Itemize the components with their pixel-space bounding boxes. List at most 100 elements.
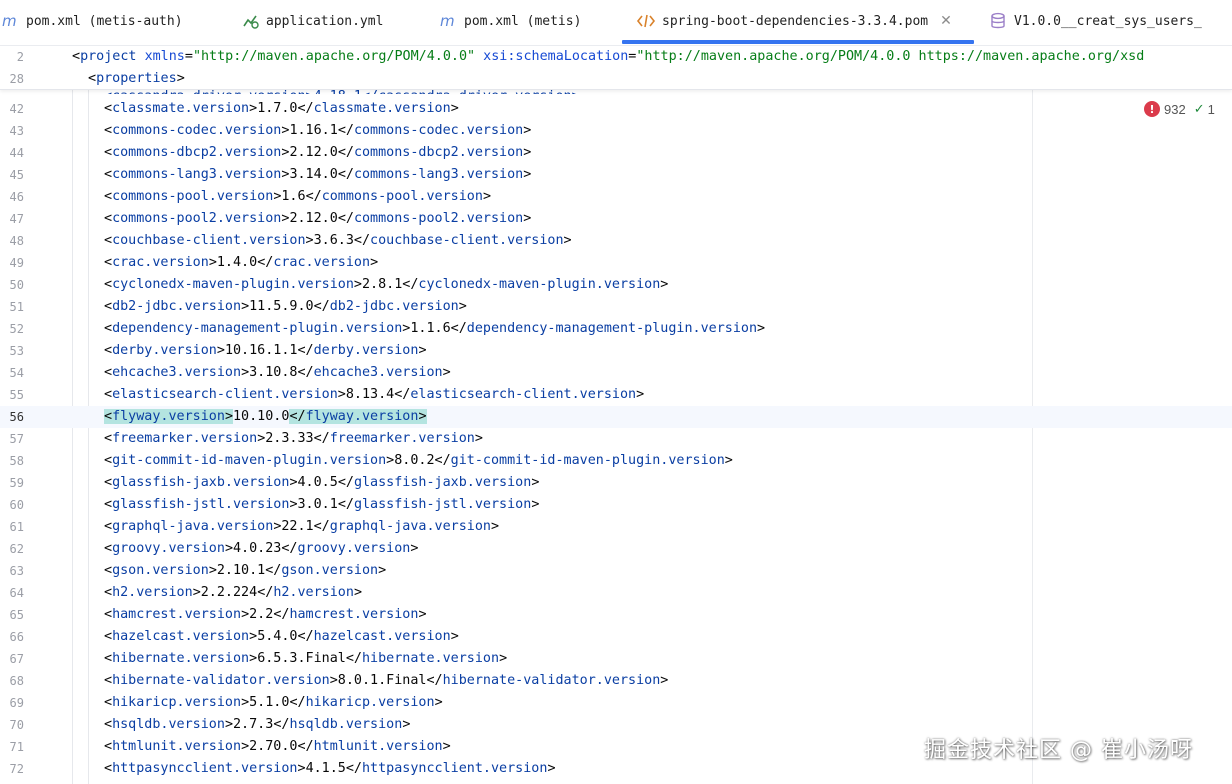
tag-bracket: > [289, 475, 298, 490]
tag-bracket: > [249, 101, 258, 116]
open-tag: <commons-dbcp2.version> [104, 145, 289, 160]
tag-bracket: > [241, 695, 250, 710]
tag-name: graphql-java.version [329, 519, 491, 534]
tag-name: freemarker.version [329, 431, 475, 446]
tab-sql-migration[interactable]: V1.0.0__creat_sys_users_ [988, 0, 1202, 42]
sticky-line[interactable]: 2 <project xmlns="http://maven.apache.org… [0, 46, 1232, 68]
tag-bracket: > [378, 563, 387, 578]
tag-bracket: < [104, 101, 113, 116]
tag-name: hamcrest.version [289, 607, 419, 622]
code-text: <hibernate.version>6.5.3.Final</hibernat… [104, 648, 507, 670]
tag-bracket: </ [313, 431, 330, 446]
code-line[interactable]: 44 <commons-dbcp2.version>2.12.0</commons… [0, 142, 1232, 164]
tag-name: hibernate-validator.version [112, 673, 330, 688]
code-line[interactable]: 61 <graphql-java.version>22.1</graphql-ja… [0, 516, 1232, 538]
code-line[interactable]: 59 <glassfish-jaxb.version>4.0.5</glassfi… [0, 472, 1232, 494]
code-text: <commons-lang3.version>3.14.0</commons-l… [104, 164, 531, 186]
tag-name: hibernate.version [362, 651, 500, 666]
version-value: 2.10.1 [216, 563, 266, 578]
code-line[interactable]: 69 <hikaricp.version>5.1.0</hikaricp.vers… [0, 692, 1232, 714]
code-line[interactable]: 42 <classmate.version>1.7.0</classmate.ve… [0, 98, 1232, 120]
code-line[interactable]: 49 <crac.version>1.4.0</crac.version> [0, 252, 1232, 274]
line-number: 65 [9, 608, 24, 622]
line-number: 61 [9, 520, 24, 534]
tag-bracket: </ [337, 497, 354, 512]
tag-bracket: > [241, 739, 250, 754]
tab-pom-metis[interactable]: m pom.xml (metis) [438, 0, 581, 42]
database-icon [988, 11, 1008, 31]
open-tag: <ehcache3.version> [104, 365, 249, 380]
tag-bracket: </ [337, 123, 354, 138]
code-line[interactable]: 54 <ehcache3.version>3.10.8</ehcache3.ver… [0, 362, 1232, 384]
line-number: 47 [9, 212, 24, 226]
tag-name: htmlunit.version [313, 739, 443, 754]
tag-name: dependency-management-plugin.version [466, 321, 758, 336]
version-value: 2.70.0 [249, 739, 298, 754]
tag-bracket: > [410, 541, 419, 556]
code-line[interactable]: 55 <elasticsearch-client.version>8.13.4</… [0, 384, 1232, 406]
code-line[interactable]: 68 <hibernate-validator.version>8.0.1.Fin… [0, 670, 1232, 692]
tab-spring-boot-dependencies[interactable]: spring-boot-dependencies-3.3.4.pom ✕ [636, 0, 952, 42]
tag-name: dependency-management-plugin.version [112, 321, 403, 336]
code-editor[interactable]: 2 <project xmlns="http://maven.apache.org… [0, 46, 1232, 784]
code-line[interactable]: 43 <commons-codec.version>1.16.1</commons… [0, 120, 1232, 142]
tag-bracket: < [104, 277, 113, 292]
code-line[interactable]: 53 <derby.version>10.16.1.1</derby.versio… [0, 340, 1232, 362]
code-line[interactable]: 57 <freemarker.version>2.3.33</freemarker… [0, 428, 1232, 450]
tag-bracket: > [757, 321, 766, 336]
tag-bracket: < [104, 585, 113, 600]
code-text: <commons-pool.version>1.6</commons-pool.… [104, 186, 491, 208]
line-number: 45 [9, 168, 24, 182]
sticky-line[interactable]: 28 <properties> [0, 68, 1232, 90]
close-icon[interactable]: ✕ [940, 13, 952, 29]
tag-bracket: < [104, 673, 113, 688]
close-tag: </commons-lang3.version> [338, 167, 532, 182]
close-tag: </hibernate-validator.version> [426, 673, 668, 688]
code-token: "http://maven.apache.org/POM/4.0.0" [192, 49, 476, 64]
code-text: <hazelcast.version>5.4.0</hazelcast.vers… [104, 626, 459, 648]
close-tag: </hsqldb.version> [273, 717, 410, 732]
code-token: "http://maven.apache.org/POM/4.0.0 https… [636, 49, 1145, 64]
sticky-scroll-header[interactable]: 2 <project xmlns="http://maven.apache.org… [0, 46, 1232, 90]
version-value: 3.14.0 [289, 167, 338, 182]
tag-bracket: < [104, 123, 113, 138]
xml-code-icon [636, 11, 656, 31]
version-value: 22.1 [281, 519, 314, 534]
line-number: 66 [9, 630, 24, 644]
line-number: 64 [9, 586, 24, 600]
open-tag: <db2-jdbc.version> [104, 299, 249, 314]
tag-bracket: > [241, 607, 250, 622]
code-line[interactable]: 67 <hibernate.version>6.5.3.Final</hibern… [0, 648, 1232, 670]
tag-bracket: > [305, 233, 314, 248]
inspection-widget[interactable]: ! 932 ✓ 1 [1144, 98, 1215, 120]
open-tag: <crac.version> [104, 255, 217, 270]
code-line[interactable]: 60 <glassfish-jstl.version>3.0.1</glassfi… [0, 494, 1232, 516]
code-line[interactable]: 58 <git-commit-id-maven-plugin.version>8.… [0, 450, 1232, 472]
code-line[interactable]: 56 <flyway.version>10.10.0</flyway.versio… [0, 406, 1232, 428]
code-line[interactable]: 64 <h2.version>2.2.224</h2.version> [0, 582, 1232, 604]
code-line[interactable]: 47 <commons-pool2.version>2.12.0</commons… [0, 208, 1232, 230]
tag-bracket: > [241, 365, 250, 380]
open-tag: <git-commit-id-maven-plugin.version> [104, 453, 394, 468]
code-line[interactable]: 45 <commons-lang3.version>3.14.0</commons… [0, 164, 1232, 186]
tag-name: h2.version [273, 585, 354, 600]
active-tab-indicator [622, 40, 974, 44]
code-line[interactable]: 48 <couchbase-client.version>3.6.3</couch… [0, 230, 1232, 252]
tab-pom-metis-auth[interactable]: m pom.xml (metis-auth) [0, 0, 183, 42]
close-tag: </classmate.version> [298, 101, 459, 116]
code-line[interactable]: 50 <cyclonedx-maven-plugin.version>2.8.1<… [0, 274, 1232, 296]
code-line[interactable]: 62 <groovy.version>4.0.23</groovy.version… [0, 538, 1232, 560]
tag-bracket: < [104, 167, 113, 182]
code-line[interactable]: 65 <hamcrest.version>2.2</hamcrest.versio… [0, 604, 1232, 626]
code-line[interactable]: 51 <db2-jdbc.version>11.5.9.0</db2-jdbc.v… [0, 296, 1232, 318]
code-line[interactable]: 63 <gson.version>2.10.1</gson.version> [0, 560, 1232, 582]
code-text: <hamcrest.version>2.2</hamcrest.version> [104, 604, 427, 626]
tag-bracket: > [224, 409, 233, 424]
tab-application-yml[interactable]: application.yml [240, 0, 383, 42]
code-line[interactable]: 46 <commons-pool.version>1.6</commons-poo… [0, 186, 1232, 208]
tag-bracket: < [104, 497, 113, 512]
code-line[interactable]: 52 <dependency-management-plugin.version>… [0, 318, 1232, 340]
tag-bracket: </ [426, 673, 443, 688]
open-tag: <elasticsearch-client.version> [104, 387, 346, 402]
code-line[interactable]: 66 <hazelcast.version>5.4.0</hazelcast.ve… [0, 626, 1232, 648]
